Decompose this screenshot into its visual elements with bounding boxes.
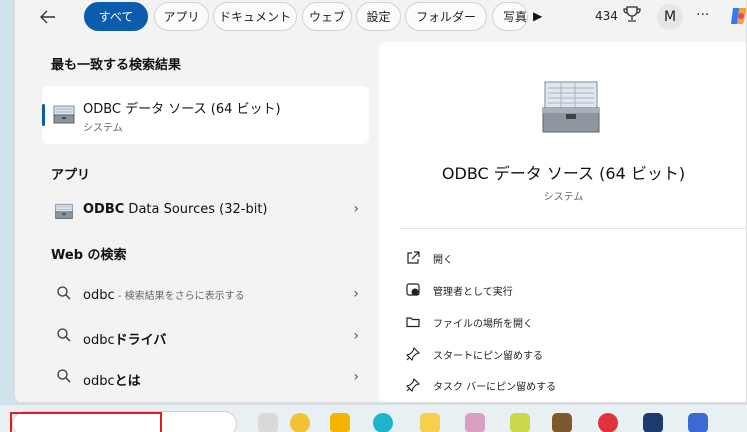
app-icon[interactable]: [465, 413, 485, 432]
web-result-query: odbc: [83, 288, 115, 303]
task-view-icon[interactable]: [258, 413, 278, 432]
tab-all[interactable]: すべて: [84, 2, 148, 31]
action-pin-to-taskbar[interactable]: タスク バーにピン留めする: [405, 375, 725, 397]
app-icon[interactable]: [688, 413, 708, 432]
search-icon: [56, 368, 72, 384]
best-match-title: ODBC データ ソース (64 ビット): [83, 102, 281, 117]
app-result-name-rest: Data Sources (32-bit): [124, 202, 268, 217]
search-icon: [56, 285, 72, 301]
web-result-1[interactable]: odbc - 検索結果をさらに表示する ›: [42, 277, 369, 313]
results-list: 最も一致する検索結果 ODBC データ ソース (64 ビット) システム アプ…: [15, 40, 377, 402]
details-subtitle: システム: [543, 192, 584, 203]
odbc-toolbox-icon: [54, 201, 74, 225]
highlight-annotation: [10, 412, 162, 432]
app-result-label: ODBC Data Sources (32-bit): [83, 202, 268, 217]
app-result-odbc-32[interactable]: ODBC Data Sources (32-bit) ›: [42, 192, 369, 228]
tab-documents[interactable]: ドキュメント: [213, 2, 297, 31]
search-flyout: すべて アプリ ドキュメント ウェブ 設定 フォルダー 写真 ▶ 434 M ·…: [14, 0, 747, 403]
web-result-2[interactable]: odbcドライバ ›: [42, 319, 369, 355]
action-open[interactable]: 開く: [405, 248, 725, 270]
details-panel: ODBC データ ソース (64 ビット) システム 開く 管理者として実行 フ…: [379, 42, 746, 402]
web-search-heading: Web の検索: [51, 248, 127, 263]
app-icon[interactable]: [643, 413, 663, 432]
action-open-label: 開く: [433, 255, 453, 266]
tab-web-label: ウェブ: [308, 10, 345, 24]
app-icon[interactable]: [598, 413, 618, 432]
chevron-right-icon[interactable]: ›: [353, 286, 359, 302]
action-pin-to-taskbar-label: タスク バーにピン留めする: [433, 382, 557, 393]
tab-settings-label: 設定: [366, 10, 391, 24]
tab-folders-label: フォルダー: [415, 10, 476, 24]
tab-all-label: すべて: [98, 10, 134, 24]
web-result-3[interactable]: odbcとは ›: [42, 360, 369, 396]
app-result-name-bold: ODBC: [83, 202, 125, 217]
edge-icon[interactable]: [373, 413, 393, 432]
avatar[interactable]: M: [657, 4, 683, 30]
web-result-suffix: - 検索結果をさらに表示する: [114, 291, 245, 302]
selection-indicator: [42, 104, 45, 126]
pin-icon: [405, 346, 421, 362]
chevron-right-icon[interactable]: ›: [353, 201, 359, 217]
odbc-toolbox-icon: [539, 74, 603, 138]
tab-photos[interactable]: 写真: [492, 2, 528, 31]
open-external-icon: [405, 250, 421, 266]
tab-web[interactable]: ウェブ: [302, 2, 352, 31]
web-result-label: odbc - 検索結果をさらに表示する: [83, 287, 245, 303]
chevron-right-icon[interactable]: ›: [353, 328, 359, 344]
details-title: ODBC データ ソース (64 ビット): [441, 164, 686, 183]
widget-icon[interactable]: [290, 413, 310, 432]
run-as-admin-icon: [405, 282, 421, 298]
tab-documents-label: ドキュメント: [218, 10, 291, 24]
web-result-query: odbc: [83, 333, 115, 348]
more-filters-play-icon[interactable]: ▶: [533, 9, 542, 23]
divider: [399, 228, 746, 229]
file-explorer-icon[interactable]: [330, 413, 350, 432]
folder-icon: [405, 314, 421, 330]
tab-folders[interactable]: フォルダー: [405, 2, 487, 31]
action-open-file-location-label: ファイルの場所を開く: [433, 319, 533, 330]
tab-apps[interactable]: アプリ: [154, 2, 209, 31]
web-result-query: odbc: [83, 374, 115, 389]
web-result-bold: とは: [114, 374, 141, 389]
app-icon[interactable]: [510, 413, 530, 432]
filter-bar: すべて アプリ ドキュメント ウェブ 設定 フォルダー 写真 ▶ 434 M ·…: [15, 0, 746, 38]
trophy-icon[interactable]: [622, 4, 642, 28]
action-run-as-admin-label: 管理者として実行: [433, 287, 513, 298]
web-result-bold: ドライバ: [114, 333, 167, 348]
web-result-label: odbcドライバ: [83, 329, 166, 348]
more-options-icon[interactable]: ···: [696, 7, 709, 23]
best-match-heading: 最も一致する検索結果: [51, 58, 182, 73]
action-pin-to-start-label: スタートにピン留めする: [433, 351, 543, 362]
apps-heading: アプリ: [51, 168, 91, 183]
rewards-points: 434: [595, 9, 618, 23]
app-icon[interactable]: [420, 413, 440, 432]
odbc-toolbox-icon: [52, 102, 76, 130]
web-result-label: odbcとは: [83, 370, 141, 389]
action-run-as-admin[interactable]: 管理者として実行: [405, 280, 725, 302]
search-icon: [56, 327, 72, 343]
app-icon[interactable]: [552, 413, 572, 432]
back-arrow-icon[interactable]: [39, 8, 63, 28]
best-match-subtitle: システム: [83, 123, 123, 134]
action-open-file-location[interactable]: ファイルの場所を開く: [405, 312, 725, 334]
tab-settings[interactable]: 設定: [356, 2, 401, 31]
pin-icon: [405, 377, 421, 393]
tab-photos-label: 写真: [503, 10, 528, 24]
chevron-right-icon[interactable]: ›: [353, 369, 359, 385]
best-match-item[interactable]: ODBC データ ソース (64 ビット) システム: [42, 86, 369, 144]
copilot-icon[interactable]: [727, 4, 746, 28]
tab-apps-label: アプリ: [163, 10, 200, 24]
action-pin-to-start[interactable]: スタートにピン留めする: [405, 344, 725, 366]
